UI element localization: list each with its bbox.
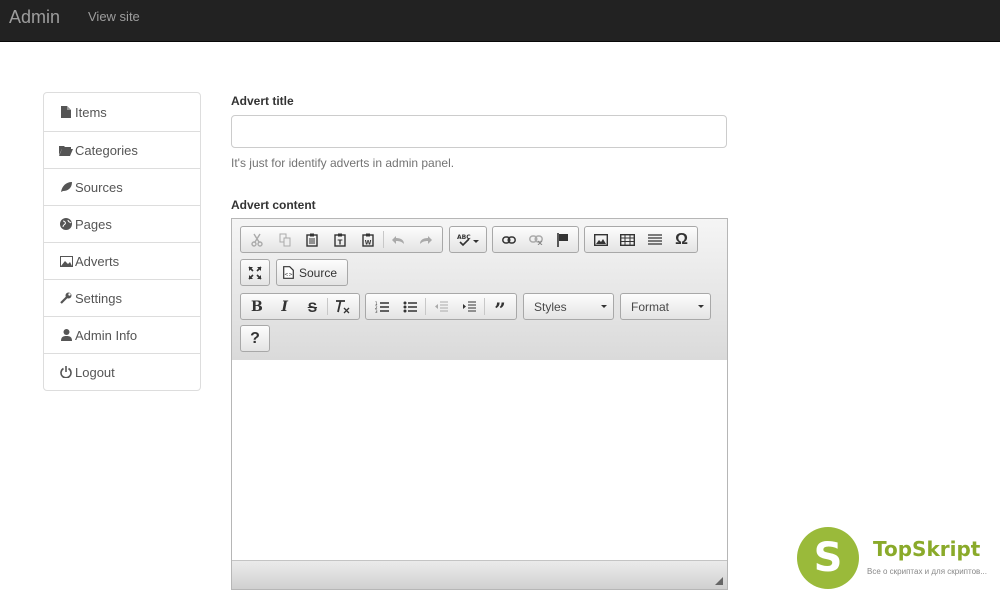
remove-format-button[interactable]: [329, 295, 357, 318]
resize-handle-icon[interactable]: [715, 577, 723, 585]
source-label: Source: [299, 265, 338, 280]
special-char-button[interactable]: Ω: [668, 228, 695, 251]
view-site-link[interactable]: View site: [88, 10, 140, 24]
sidebar-menu: Items Categories Sources Pages Adverts S…: [43, 92, 201, 391]
sidebar-item-label: Logout: [75, 364, 115, 380]
maximize-group: [240, 259, 270, 286]
format-label: Format: [631, 299, 670, 314]
editor-footer: [232, 560, 727, 589]
sidebar-item-logout[interactable]: Logout: [44, 353, 200, 390]
sidebar-item-label: Adverts: [75, 253, 120, 269]
navbar-brand[interactable]: Admin: [9, 7, 60, 27]
strikethrough-button[interactable]: S: [299, 295, 327, 318]
logo-letter: S: [813, 535, 843, 581]
undo-button[interactable]: [385, 228, 413, 251]
sidebar-item-admin-info[interactable]: Admin Info: [44, 316, 200, 353]
svg-text:3: 3: [375, 309, 378, 313]
link-button[interactable]: [495, 228, 522, 251]
toolbar-separator: [382, 231, 384, 248]
unlink-button[interactable]: [522, 228, 549, 251]
folder-open-icon: [59, 143, 73, 157]
toolbar-separator: [327, 298, 329, 315]
maximize-button[interactable]: [243, 261, 267, 284]
format-dropdown[interactable]: Format: [620, 293, 711, 320]
chevron-down-icon: [698, 305, 704, 308]
paste-word-button[interactable]: W: [354, 228, 382, 251]
svg-text:T: T: [338, 238, 343, 246]
svg-text:W: W: [364, 239, 371, 246]
outdent-button[interactable]: [427, 295, 455, 318]
sidebar-item-label: Items: [75, 104, 107, 120]
styles-dropdown[interactable]: Styles: [523, 293, 614, 320]
sidebar-item-sources[interactable]: Sources: [44, 168, 200, 205]
image-button[interactable]: [587, 228, 614, 251]
clipboard-group: T W: [240, 226, 443, 253]
paragraph-group: 123 ”: [365, 293, 517, 322]
help-group: ?: [240, 325, 270, 352]
top-navbar: Admin View site: [0, 0, 1000, 42]
logo-name: TopSkript: [873, 537, 981, 561]
basic-styles-group: B I S: [240, 293, 360, 320]
toolbar-separator: [484, 298, 485, 315]
sidebar-item-adverts[interactable]: Adverts: [44, 242, 200, 279]
source-icon: <>: [283, 266, 294, 279]
help-button[interactable]: ?: [243, 327, 267, 350]
paste-button[interactable]: [298, 228, 326, 251]
rich-text-editor: T W ABC Ω <> Source B I S 1 2 3 ” Styles…: [231, 218, 728, 590]
advert-title-input[interactable]: [231, 115, 727, 148]
sidebar-item-settings[interactable]: Settings: [44, 279, 200, 316]
svg-text:<>: <>: [284, 272, 292, 278]
copy-button[interactable]: [271, 228, 299, 251]
bulleted-list-button[interactable]: [396, 295, 424, 318]
source-button[interactable]: <> Source: [279, 266, 337, 280]
globe-icon: [59, 217, 73, 231]
links-group: [492, 226, 579, 253]
sidebar-item-items[interactable]: Items: [44, 93, 200, 131]
redo-button[interactable]: [412, 228, 440, 251]
wrench-icon: [59, 291, 73, 305]
indent-button[interactable]: [455, 295, 483, 318]
logo-tagline: Все о скриптах и для скриптов...: [867, 567, 987, 576]
advert-title-help: It's just for identify adverts in admin …: [231, 156, 455, 170]
styles-label: Styles: [534, 299, 567, 314]
spellcheck-button[interactable]: ABC: [452, 228, 484, 251]
spellcheck-group: ABC: [449, 226, 487, 253]
editor-toolbar: T W ABC Ω <> Source B I S 1 2 3 ” Styles…: [232, 219, 727, 361]
editor-content-area[interactable]: [232, 360, 727, 560]
sidebar-item-pages[interactable]: Pages: [44, 205, 200, 242]
toolbar-separator: [425, 298, 426, 315]
topskript-logo: S: [797, 527, 859, 589]
chevron-down-icon: [601, 305, 607, 308]
sidebar-item-categories[interactable]: Categories: [44, 131, 200, 168]
horizontal-line-button[interactable]: [641, 228, 668, 251]
blockquote-button[interactable]: ”: [486, 295, 514, 322]
numbered-list-button[interactable]: 123: [368, 295, 396, 318]
picture-icon: [59, 254, 73, 268]
sidebar-item-label: Settings: [75, 290, 122, 306]
advert-content-label: Advert content: [231, 198, 316, 212]
table-button[interactable]: [614, 228, 641, 251]
insert-group: Ω: [584, 226, 698, 253]
sidebar-item-label: Admin Info: [75, 327, 138, 343]
file-icon: [59, 105, 73, 119]
paste-text-button[interactable]: T: [326, 228, 354, 251]
user-icon: [59, 328, 73, 342]
cut-button[interactable]: [243, 228, 271, 251]
italic-button[interactable]: I: [271, 295, 299, 318]
sidebar-item-label: Categories: [75, 142, 138, 158]
sidebar-item-label: Sources: [75, 179, 123, 195]
sidebar-item-label: Pages: [75, 216, 112, 232]
advert-title-label: Advert title: [231, 94, 294, 108]
source-group: <> Source: [276, 259, 348, 286]
bold-button[interactable]: B: [243, 295, 271, 318]
power-icon: [59, 365, 73, 379]
leaf-icon: [59, 180, 73, 194]
anchor-button[interactable]: [549, 228, 576, 251]
